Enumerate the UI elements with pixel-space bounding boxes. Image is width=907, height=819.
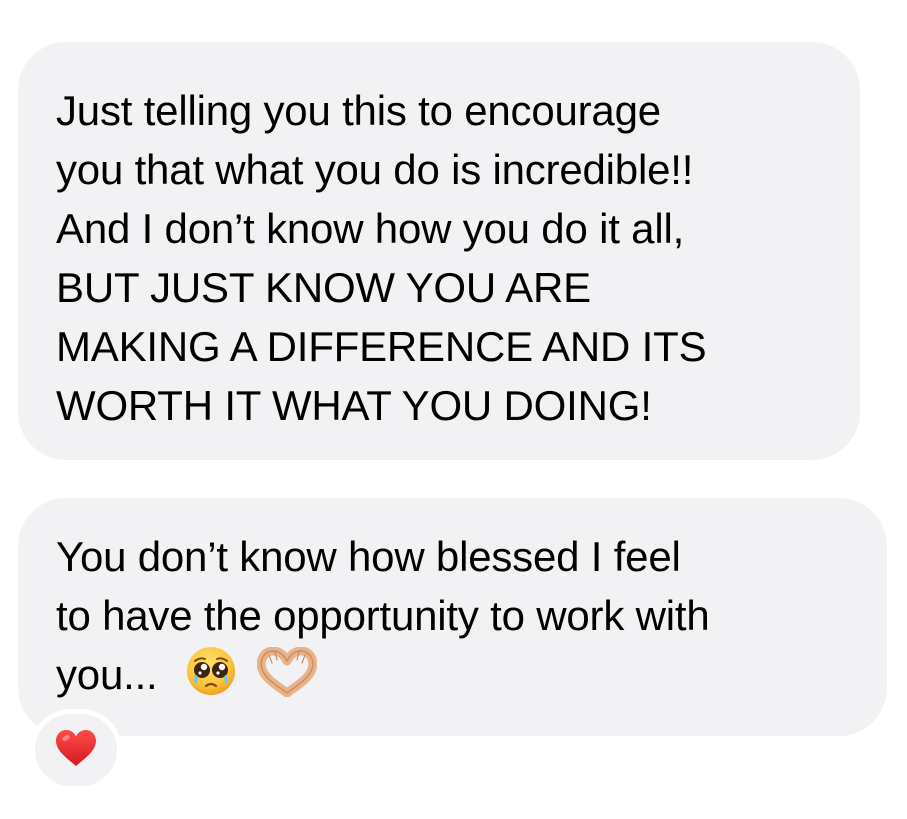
pleading-face-with-tears-icon: [185, 645, 237, 712]
message-bubble[interactable]: You don’t know how blessed I feel to hav…: [18, 498, 887, 736]
message-text-line: MAKING A DIFFERENCE AND ITS: [56, 323, 707, 370]
message-text-line: WORTH IT WHAT YOU DOING!: [56, 382, 652, 429]
message-text-line: you that what you do is incredible!!: [56, 146, 694, 193]
message-text-line: to have the opportunity to work with: [56, 592, 710, 639]
reaction-badge[interactable]: [30, 709, 122, 791]
heart-hands-icon: [256, 646, 317, 712]
red-heart-icon: [54, 728, 98, 773]
message-text: you...: [56, 651, 158, 698]
message-text-line: you...: [56, 645, 887, 712]
message-text-line: BUT JUST KNOW YOU ARE: [56, 264, 591, 311]
message-text-line: Just telling you this to encourage: [56, 87, 661, 134]
message-bubble[interactable]: Just telling you this to encourage you t…: [18, 42, 860, 460]
message-text-line: And I don’t know how you do it all,: [56, 205, 685, 252]
message-text-line: You don’t know how blessed I feel: [56, 533, 681, 580]
